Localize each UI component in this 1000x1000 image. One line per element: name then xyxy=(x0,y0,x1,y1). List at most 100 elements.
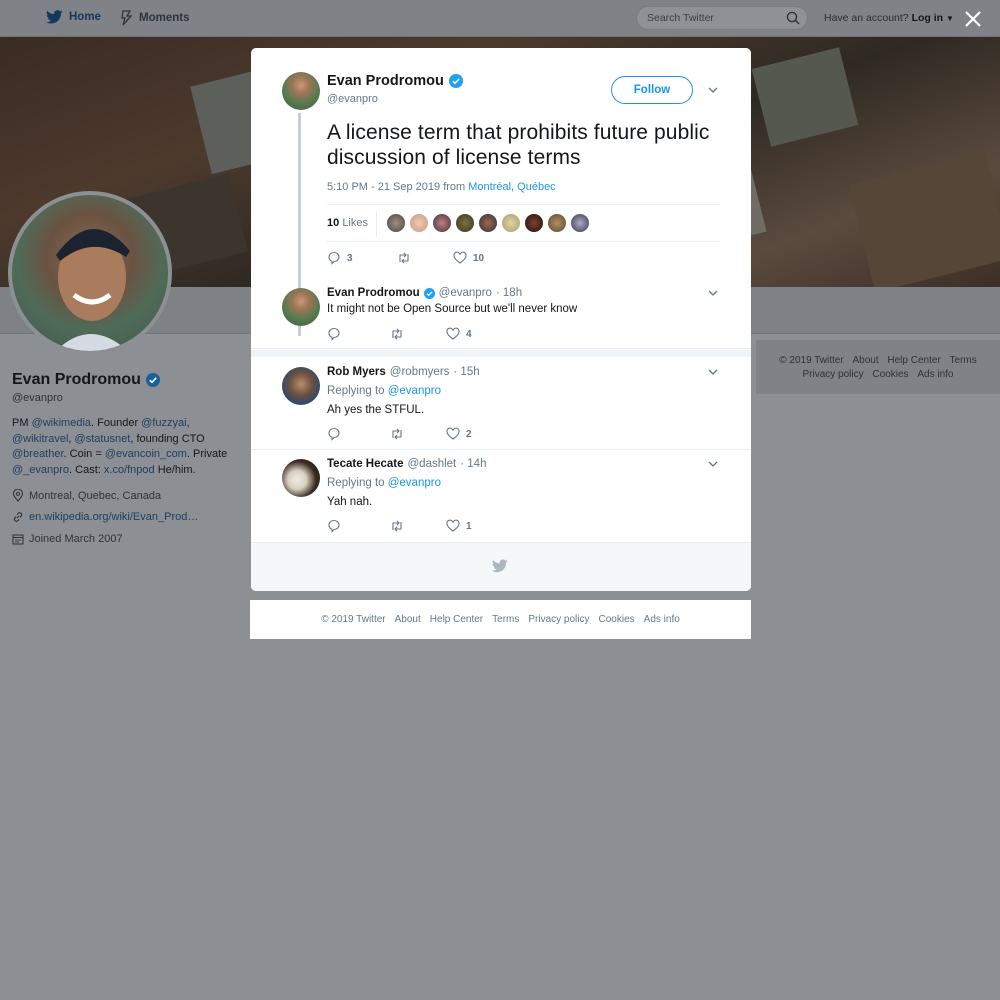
footer-link[interactable]: Help Center xyxy=(887,355,940,366)
like-button[interactable]: 4 xyxy=(446,327,472,341)
liker-avatar[interactable] xyxy=(502,214,520,232)
footer-link[interactable]: Terms xyxy=(950,355,977,366)
reply-avatar[interactable] xyxy=(282,367,320,405)
reply-button[interactable] xyxy=(327,427,390,441)
reply-actions: 4 xyxy=(327,327,472,341)
author-avatar[interactable] xyxy=(282,72,320,110)
close-icon[interactable] xyxy=(962,8,984,30)
likes-count[interactable]: 10 Likes xyxy=(327,217,368,229)
footer-link[interactable]: Ads info xyxy=(644,614,680,625)
tweet-location-link[interactable]: Montréal, Québec xyxy=(468,181,555,193)
reply-author-name[interactable]: Evan Prodromou xyxy=(327,287,420,299)
tweet-text: A license term that prohibits future pub… xyxy=(327,121,710,169)
like-button[interactable]: 1 xyxy=(446,519,472,533)
bio-link[interactable]: @statusnet xyxy=(75,433,131,445)
nav-home[interactable]: Home xyxy=(46,10,101,24)
verified-badge-icon xyxy=(423,287,435,299)
liker-avatar[interactable] xyxy=(479,214,497,232)
bio-link[interactable]: @evancoin_com xyxy=(105,448,187,460)
liker-avatar[interactable] xyxy=(410,214,428,232)
reply-time[interactable]: · 18h xyxy=(496,287,522,299)
reply-icon xyxy=(328,427,340,441)
reply-time[interactable]: · 14h xyxy=(460,458,486,470)
heart-icon xyxy=(446,427,460,440)
reply-author-handle[interactable]: @robmyers xyxy=(390,366,450,378)
bio-link[interactable]: @wikimedia xyxy=(32,417,91,429)
chevron-down-icon[interactable] xyxy=(707,287,719,299)
liker-avatar[interactable] xyxy=(387,214,405,232)
reply-button[interactable]: 3 xyxy=(327,251,397,265)
replying-to-link[interactable]: @evanpro xyxy=(388,477,441,489)
reply-author-handle[interactable]: @dashlet xyxy=(408,458,457,470)
lightning-icon xyxy=(121,10,133,26)
calendar-icon xyxy=(12,534,24,545)
caret-down-icon[interactable]: ▼ xyxy=(946,14,954,23)
retweet-button[interactable] xyxy=(390,327,446,341)
footer-link[interactable]: Help Center xyxy=(430,614,483,625)
liker-avatar[interactable] xyxy=(571,214,589,232)
bio-link[interactable]: @breather xyxy=(12,448,64,460)
tweet-time-text[interactable]: 5:10 PM - 21 Sep 2019 from xyxy=(327,181,468,193)
chevron-down-icon[interactable] xyxy=(707,366,719,378)
tweet-timestamp: 5:10 PM - 21 Sep 2019 from Montréal, Qué… xyxy=(327,181,556,193)
bio-link[interactable]: @wikitravel xyxy=(12,433,68,445)
bio-link[interactable]: x.co/fnpod xyxy=(104,464,155,476)
reply-avatar[interactable] xyxy=(282,288,320,326)
divider xyxy=(376,211,377,237)
reply-author-handle[interactable]: @evanpro xyxy=(439,287,492,299)
retweet-button[interactable] xyxy=(390,519,446,533)
profile-avatar[interactable] xyxy=(8,191,172,355)
footer-link[interactable]: About xyxy=(395,614,421,625)
reply-avatar[interactable] xyxy=(282,459,320,497)
reply-header: Evan Prodromou @evanpro · 18h xyxy=(327,287,522,299)
replying-to-link[interactable]: @evanpro xyxy=(388,385,441,397)
profile-photo xyxy=(55,228,130,351)
link-icon xyxy=(13,512,23,522)
liker-avatar[interactable] xyxy=(433,214,451,232)
login-link[interactable]: Log in xyxy=(912,12,944,24)
reply-time[interactable]: · 15h xyxy=(453,366,479,378)
profile-handle[interactable]: @evanpro xyxy=(12,392,63,404)
footer-link[interactable]: Privacy policy xyxy=(528,614,589,625)
chevron-down-icon[interactable] xyxy=(707,458,719,470)
likes-number: 10 xyxy=(327,217,340,229)
tweet-author-name[interactable]: Evan Prodromou xyxy=(327,73,463,89)
like-count: 2 xyxy=(466,428,472,440)
footer-link[interactable]: Privacy policy xyxy=(803,369,864,380)
retweet-button[interactable] xyxy=(390,427,446,441)
website-link[interactable]: en.wikipedia.org/wiki/Evan_Prod… xyxy=(29,511,198,523)
tweet-modal: Evan Prodromou @evanpro Follow A license… xyxy=(251,48,751,591)
bio-text: PM xyxy=(12,417,32,429)
profile-name[interactable]: Evan Prodromou xyxy=(12,371,160,389)
divider xyxy=(251,348,751,349)
bio-link[interactable]: @fuzzyai xyxy=(141,417,186,429)
search-input[interactable] xyxy=(647,11,777,25)
reply-author-name[interactable]: Tecate Hecate xyxy=(327,458,404,470)
footer-link[interactable]: Terms xyxy=(492,614,519,625)
footer-link[interactable]: Ads info xyxy=(917,369,953,380)
retweet-button[interactable] xyxy=(397,251,453,265)
like-button[interactable]: 2 xyxy=(446,427,472,441)
liker-avatar[interactable] xyxy=(525,214,543,232)
tweet-author-handle[interactable]: @evanpro xyxy=(327,93,378,105)
liker-avatar[interactable] xyxy=(456,214,474,232)
bio-text: , xyxy=(186,417,190,429)
chevron-down-icon[interactable] xyxy=(707,84,719,96)
liker-avatar[interactable] xyxy=(548,214,566,232)
follow-button[interactable]: Follow xyxy=(611,76,693,104)
footer-link[interactable]: Cookies xyxy=(872,369,908,380)
bio-text: . Cast: xyxy=(69,463,104,476)
profile-location: Montreal, Quebec, Canada xyxy=(12,489,161,502)
like-count: 1 xyxy=(466,520,472,532)
like-button[interactable]: 10 xyxy=(453,251,484,265)
reply-author-name[interactable]: Rob Myers xyxy=(327,366,386,378)
search-icon[interactable] xyxy=(786,11,800,25)
reply-button[interactable] xyxy=(327,519,390,533)
footer-link[interactable]: About xyxy=(852,355,878,366)
login-area: Have an account? Log in ▼ xyxy=(824,12,954,24)
reply-button[interactable] xyxy=(327,327,390,341)
footer-link[interactable]: Cookies xyxy=(599,614,635,625)
footer-link[interactable]: © 2019 Twitter xyxy=(779,355,843,366)
bio-link[interactable]: @_evanpro xyxy=(12,464,69,476)
nav-moments[interactable]: Moments xyxy=(120,10,189,26)
